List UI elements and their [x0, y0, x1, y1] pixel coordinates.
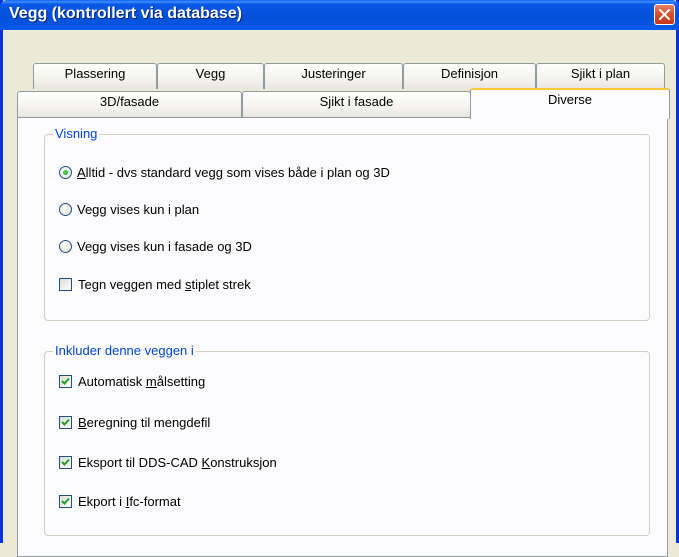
visning-groupbox: Visning Alltid - dvs standard vegg som v… — [44, 126, 650, 321]
hotkey-m: m — [145, 373, 157, 389]
close-icon — [659, 9, 670, 20]
tab-label: 3D/fasade — [99, 94, 160, 109]
tab-label: Vegg — [195, 66, 226, 81]
label-before: Tegn veggen med — [78, 276, 185, 292]
title-bar[interactable]: Vegg (kontrollert via database) — [0, 0, 679, 30]
checkbox-dds-cad[interactable]: Eksport til DDS-CAD Konstruksjon — [59, 453, 277, 471]
checkbox-ifc-label: Ekport i Ifc-format — [78, 494, 181, 509]
tab-3d-fasade[interactable]: 3D/fasade — [17, 91, 242, 118]
radio-button[interactable] — [59, 202, 72, 216]
checkbox-checked[interactable] — [59, 415, 72, 429]
tab-label: Definisjon — [440, 66, 499, 81]
tab-label: Sjikt i fasade — [319, 94, 394, 109]
tab-diverse[interactable]: Diverse — [470, 88, 670, 119]
checkbox[interactable] — [59, 277, 72, 291]
tab-justeringer[interactable]: Justeringer — [264, 63, 403, 89]
checkbox-mengdefil-label: Beregning til mengdefil — [78, 415, 210, 430]
tab-label: Diverse — [547, 92, 593, 107]
label-after: onstruksjon — [210, 454, 277, 470]
checkbox-checked[interactable] — [59, 455, 72, 469]
checkmark-icon — [61, 418, 70, 426]
checkbox-checked[interactable] — [59, 494, 72, 508]
label-rest: lltid - dvs standard vegg som vises både… — [85, 164, 390, 180]
label-after: ålsetting — [156, 373, 206, 389]
close-button[interactable] — [654, 4, 675, 25]
hotkey-a: A — [77, 164, 86, 180]
checkmark-icon — [61, 377, 70, 385]
checkbox-stiplet[interactable]: Tegn veggen med stiplet strek — [59, 275, 251, 293]
window-title: Vegg (kontrollert via database) — [9, 5, 242, 22]
radio-kun-plan-label: Vegg vises kun i plan — [77, 201, 200, 217]
checkbox-malsetting[interactable]: Automatisk målsetting — [59, 372, 205, 390]
radio-kun-fasade-label: Vegg vises kun i fasade og 3D — [77, 238, 252, 254]
checkbox-mengdefil[interactable]: Beregning til mengdefil — [59, 413, 210, 431]
checkbox-dds-cad-label: Eksport til DDS-CAD Konstruksjon — [78, 455, 277, 470]
checkmark-icon — [61, 458, 70, 466]
tab-label: Justeringer — [301, 66, 366, 81]
checkbox-stiplet-label: Tegn veggen med stiplet strek — [78, 277, 251, 292]
checkbox-ifc[interactable]: Ekport i Ifc-format — [59, 492, 181, 510]
checkmark-icon — [61, 497, 70, 505]
inkluder-groupbox: Inkluder denne veggen i Automatisk målse… — [44, 343, 650, 536]
inkluder-legend: Inkluder denne veggen i — [53, 343, 196, 359]
tab-label: Sjikt i plan — [570, 66, 631, 81]
label-after: fc-format — [129, 493, 181, 509]
radio-dot — [63, 169, 68, 175]
tab-definisjon[interactable]: Definisjon — [403, 63, 536, 89]
label-before: Eksport til DDS-CAD — [78, 454, 202, 470]
radio-alltid[interactable]: Alltid - dvs standard vegg som vises båd… — [59, 163, 390, 181]
tab-label: Plassering — [64, 66, 126, 81]
tab-sjikt-i-plan[interactable]: Sjikt i plan — [536, 63, 665, 89]
label-after: eregning til mengdefil — [86, 414, 211, 430]
tab-plassering[interactable]: Plassering — [33, 63, 157, 89]
checkbox-malsetting-label: Automatisk målsetting — [78, 374, 205, 389]
radio-kun-plan[interactable]: Vegg vises kun i plan — [59, 200, 199, 218]
radio-button[interactable] — [59, 239, 72, 253]
label-before: Ekport i — [78, 493, 126, 509]
hotkey-b: B — [78, 414, 87, 430]
hotkey-k: K — [201, 454, 211, 470]
checkbox-checked[interactable] — [59, 374, 72, 388]
label-after: tiplet strek — [191, 276, 251, 292]
visning-legend: Visning — [53, 126, 100, 142]
tab-panel-diverse: Visning Alltid - dvs standard vegg som v… — [17, 117, 668, 557]
radio-button-selected[interactable] — [59, 165, 72, 179]
tab-vegg[interactable]: Vegg — [157, 63, 264, 89]
label-before: Automatisk — [78, 373, 146, 389]
radio-kun-fasade[interactable]: Vegg vises kun i fasade og 3D — [59, 237, 252, 255]
radio-alltid-label: Alltid - dvs standard vegg som vises båd… — [77, 165, 390, 180]
tab-sjikt-i-fasade[interactable]: Sjikt i fasade — [242, 91, 471, 118]
